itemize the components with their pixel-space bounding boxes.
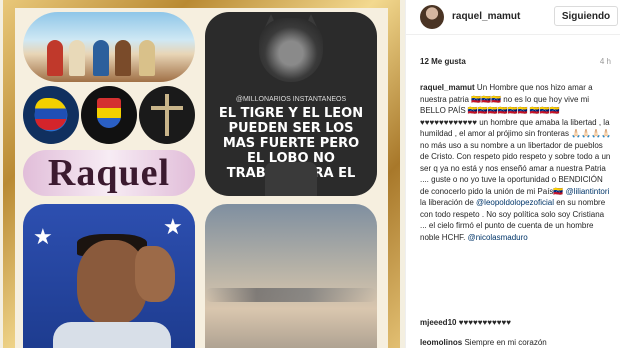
comment-text: ♥♥♥♥♥♥♥♥♥♥♥ — [458, 318, 511, 327]
following-button[interactable]: Siguiendo — [554, 6, 618, 26]
caption-text-2: la liberación de — [420, 198, 477, 207]
mention-nicolasmaduro[interactable]: @nicolasmaduro — [468, 233, 528, 242]
post-side-panel: raquel_mamut Siguiendo 12 Me gusta 4 h r… — [405, 0, 620, 348]
likes-row: 12 Me gusta 4 h — [420, 57, 615, 66]
saluting-man-tile: ★ ★ — [23, 204, 195, 348]
post-time[interactable]: 4 h — [600, 57, 611, 66]
sky-tile — [205, 204, 377, 348]
wolf-watermark: @MILLONARIOS INSTANTANEOS — [235, 96, 347, 103]
gold-frame: Raquel @MILLONARIOS INSTANTANEOS EL TIGR… — [3, 0, 400, 348]
caption: raquel_mamut Un Hombre que nos hizo amar… — [420, 82, 612, 243]
caption-text-1: Un Hombre que nos hizo amar a nuestra pa… — [420, 83, 612, 196]
comment-row: leomolinos Siempre en mi corazón — [420, 338, 615, 347]
crucifix-tile — [139, 86, 195, 144]
avatar[interactable] — [420, 5, 444, 29]
wolf-quote-tile: @MILLONARIOS INSTANTANEOS EL TIGRE Y EL … — [205, 12, 377, 196]
raquel-name-tile: Raquel — [23, 150, 195, 196]
comment-row: mjeeed10 ♥♥♥♥♥♥♥♥♥♥♥ — [420, 318, 615, 327]
comment-username[interactable]: mjeeed10 — [420, 318, 456, 327]
bolivar-painting-tile — [23, 12, 195, 82]
likes-count[interactable]: 12 Me gusta — [420, 57, 466, 66]
header-username[interactable]: raquel_mamut — [452, 11, 520, 22]
post-image: Raquel @MILLONARIOS INSTANTANEOS EL TIGR… — [0, 0, 405, 348]
coat-of-arms-tile — [81, 86, 137, 144]
caption-username[interactable]: raquel_mamut — [420, 83, 475, 92]
venezuela-map-tile — [23, 86, 79, 144]
mention-liliantintori[interactable]: @liliantintori — [566, 187, 610, 196]
post-header: raquel_mamut Siguiendo — [406, 0, 620, 35]
comment-text: Siempre en mi corazón — [464, 338, 547, 347]
mention-leopoldolopez[interactable]: @leopoldolopezoficial — [476, 198, 554, 207]
comment-username[interactable]: leomolinos — [420, 338, 462, 347]
